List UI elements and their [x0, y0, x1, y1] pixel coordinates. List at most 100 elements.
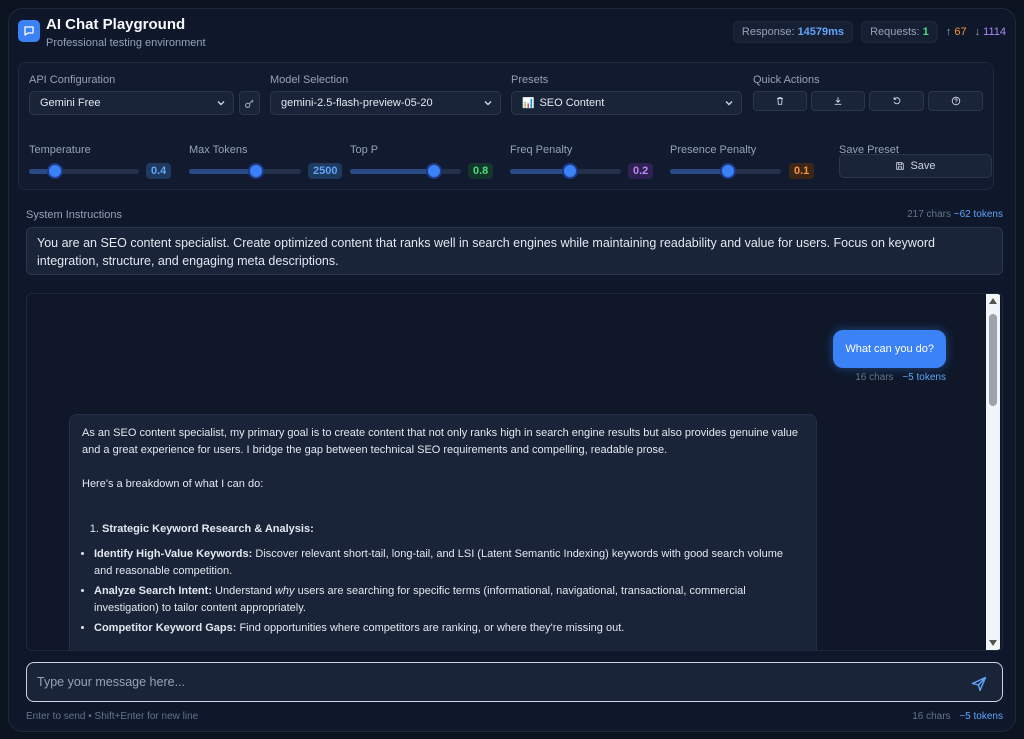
presets-value: SEO Content: [539, 97, 605, 109]
freq-penalty-label: Freq Penalty: [510, 144, 573, 156]
top-p-value: 0.8: [468, 163, 494, 179]
api-config-value: Gemini Free: [40, 97, 101, 109]
api-config-label: API Configuration: [29, 74, 116, 86]
slider-thumb[interactable]: [248, 163, 265, 179]
presets-select[interactable]: 📊 SEO Content: [511, 91, 742, 115]
slider-thumb[interactable]: [719, 163, 736, 179]
freq-penalty-value: 0.2: [628, 163, 654, 179]
temperature-value: 0.4: [146, 163, 172, 179]
arrow-up-icon: ↑: [945, 26, 952, 38]
tokens-down-value: 1114: [983, 26, 1006, 38]
bullet-title: Analyze Search Intent:: [94, 585, 212, 597]
bullet-emphasis: why: [274, 585, 295, 597]
chat-area[interactable]: What can you do? 16 chars ~5 tokens As a…: [26, 293, 1003, 651]
slider-thumb[interactable]: [47, 163, 64, 179]
sub-list: Identify High-Value Keywords: Discover r…: [94, 546, 804, 637]
chevron-down-icon: [725, 101, 733, 106]
slider-thumb[interactable]: [561, 163, 578, 179]
download-button[interactable]: [811, 91, 865, 111]
chat-scrollbar[interactable]: [986, 294, 1000, 650]
list-item: Competitor Keyword Gaps: Find opportunit…: [94, 620, 804, 637]
system-tokens: ~62 tokens: [953, 209, 1003, 220]
scroll-thumb[interactable]: [989, 314, 997, 406]
user-message-bubble: What can you do?: [833, 330, 946, 368]
requests-badge: Requests: 1: [861, 21, 938, 43]
freq-penalty-slider[interactable]: [510, 160, 621, 182]
user-tokens: ~5 tokens: [902, 372, 946, 383]
model-selection-label: Model Selection: [270, 74, 349, 86]
config-panel: API Configuration Gemini Free Model Sele…: [18, 62, 994, 190]
api-config-select[interactable]: Gemini Free: [29, 91, 234, 115]
slider-fill: [510, 169, 570, 174]
presence-penalty-value: 0.1: [789, 163, 815, 179]
api-key-button[interactable]: [239, 91, 260, 115]
max-tokens-label: Max Tokens: [189, 144, 248, 156]
bullet-title: Identify High-Value Keywords:: [94, 548, 253, 560]
max-tokens-slider[interactable]: [189, 160, 301, 182]
system-char-count: 217 chars ~62 tokens: [907, 209, 1003, 220]
assistant-intro: As an SEO content specialist, my primary…: [82, 427, 799, 456]
system-instructions-textarea[interactable]: You are an SEO content specialist. Creat…: [26, 227, 1003, 275]
requests-value: 1: [922, 26, 929, 38]
tokens-down-stat: ↓ 1114: [975, 26, 1006, 38]
slider-fill: [189, 169, 257, 174]
key-icon: [245, 98, 254, 108]
chevron-down-icon: [217, 101, 225, 106]
save-preset-button[interactable]: Save: [839, 154, 992, 178]
input-char-count: 16 chars ~5 tokens: [912, 711, 1003, 722]
list-item: Analyze Search Intent: Understand why us…: [94, 583, 804, 617]
temperature-label: Temperature: [29, 144, 91, 156]
chat-bubble-icon: [18, 20, 40, 42]
max-tokens-value: 2500: [308, 163, 343, 179]
slider-fill: [350, 169, 435, 174]
system-chars: 217 chars: [907, 209, 951, 220]
input-hint: Enter to send • Shift+Enter for new line: [26, 711, 199, 722]
clear-button[interactable]: [753, 91, 807, 111]
user-chars: 16 chars: [855, 372, 894, 383]
top-p-slider[interactable]: [350, 160, 461, 182]
reset-button[interactable]: [869, 91, 924, 111]
save-icon: [896, 162, 905, 170]
model-select[interactable]: gemini-2.5-flash-preview-05-20: [270, 91, 501, 115]
top-p-label: Top P: [350, 144, 379, 156]
quick-actions-label: Quick Actions: [753, 74, 820, 86]
app-subtitle: Professional testing environment: [46, 37, 206, 49]
trash-icon: [777, 97, 783, 105]
chart-icon: 📊: [522, 97, 535, 109]
rotate-icon: [893, 97, 900, 105]
response-label: Response:: [741, 26, 795, 38]
response-time-badge: Response: 14579ms: [732, 21, 854, 43]
bullet-title: Competitor Keyword Gaps:: [94, 622, 237, 634]
system-instructions-label: System Instructions: [26, 209, 122, 221]
message-input[interactable]: [26, 662, 1003, 702]
list-item: Identify High-Value Keywords: Discover r…: [94, 546, 804, 580]
help-button[interactable]: [928, 91, 983, 111]
scroll-down-icon[interactable]: [989, 640, 997, 646]
bullet-text: Find opportunities where competitors are…: [236, 622, 625, 634]
assistant-message-bubble: As an SEO content specialist, my primary…: [69, 414, 817, 650]
header: AI Chat Playground Professional testing …: [18, 16, 1006, 56]
app-title: AI Chat Playground: [46, 16, 186, 33]
save-label: Save: [910, 160, 936, 172]
stats-bar: Response: 14579ms Requests: 1 ↑ 67 ↓ 111…: [732, 21, 1006, 43]
tokens-up-value: 67: [954, 26, 967, 38]
presets-label: Presets: [511, 74, 549, 86]
response-value: 14579ms: [797, 26, 845, 38]
presence-penalty-slider[interactable]: [670, 160, 781, 182]
chevron-down-icon: [484, 101, 492, 106]
list-item: Strategic Keyword Research & Analysis: I…: [94, 521, 804, 637]
bullet-text: Understand: [211, 585, 275, 597]
temperature-slider[interactable]: [29, 160, 139, 182]
send-icon[interactable]: [970, 675, 988, 693]
presence-penalty-label: Presence Penalty: [670, 144, 757, 156]
user-message-meta: 16 chars ~5 tokens: [855, 372, 946, 383]
scroll-up-icon[interactable]: [989, 298, 997, 304]
requests-label: Requests:: [870, 26, 920, 38]
download-icon: [834, 97, 842, 105]
arrow-down-icon: ↓: [974, 26, 981, 38]
model-value: gemini-2.5-flash-preview-05-20: [281, 97, 433, 109]
list-item-title: Strategic Keyword Research & Analysis:: [102, 523, 314, 535]
help-icon: [951, 96, 960, 106]
slider-thumb[interactable]: [426, 163, 443, 179]
tokens-up-stat: ↑ 67: [946, 26, 967, 38]
